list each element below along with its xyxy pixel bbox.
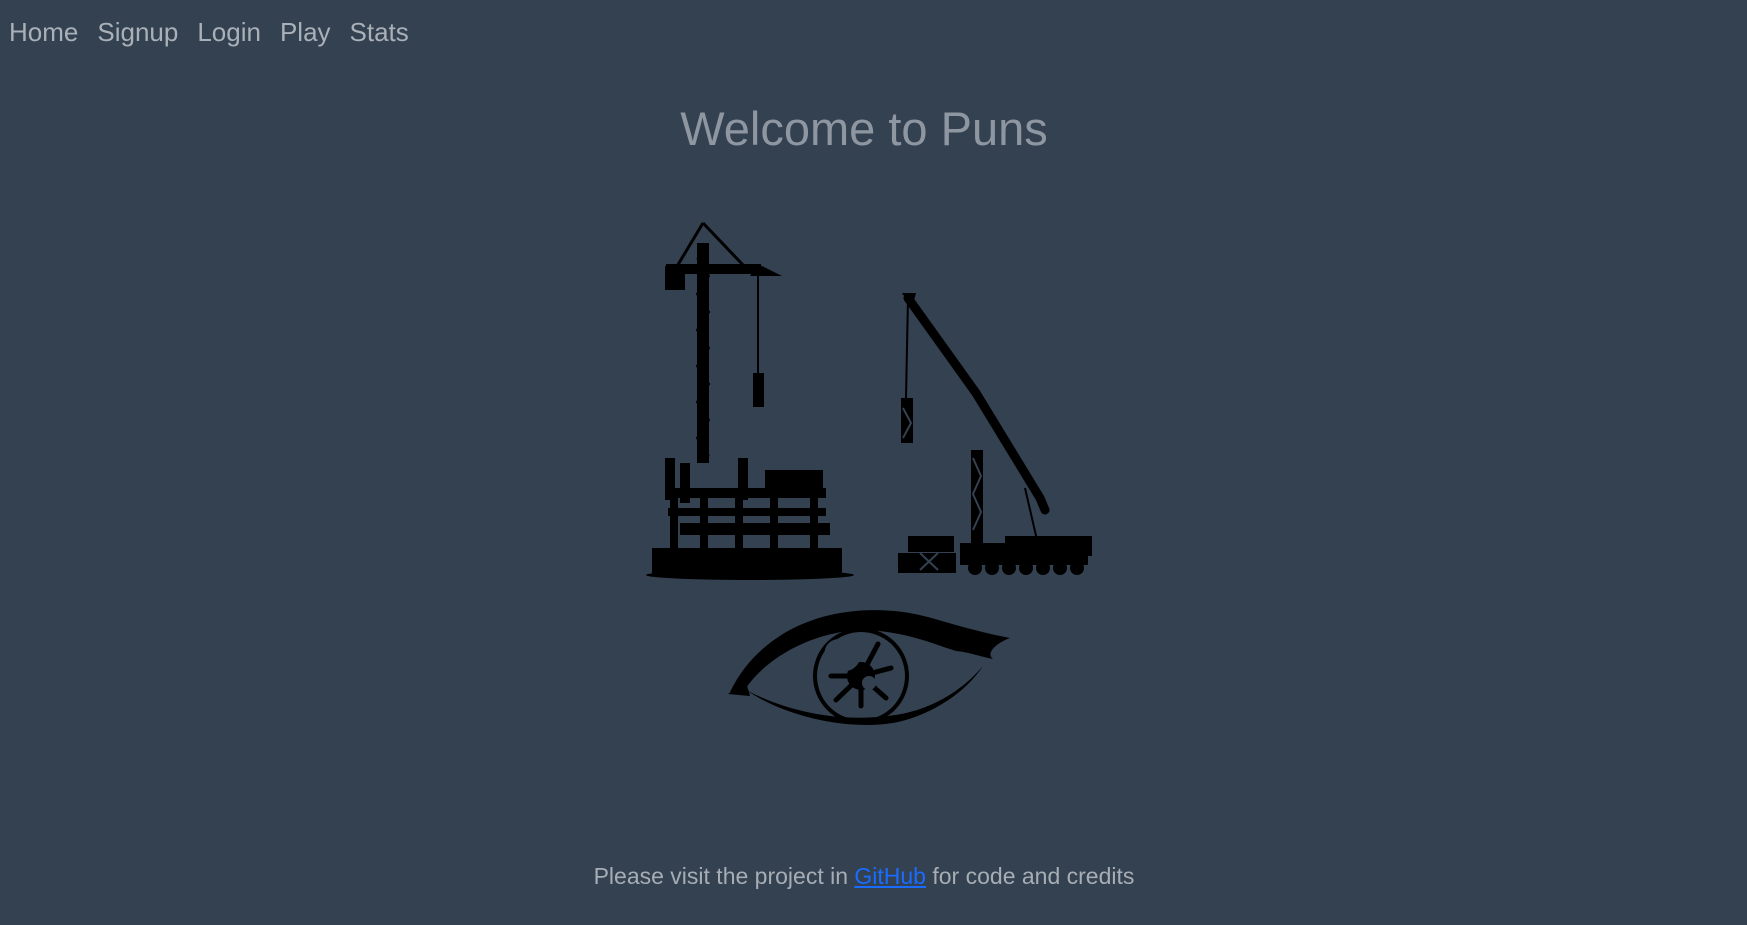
github-link[interactable]: GitHub xyxy=(854,863,926,889)
nav-link-stats[interactable]: Stats xyxy=(350,14,409,50)
nav-link-login[interactable]: Login xyxy=(197,14,261,50)
nav-link-home[interactable]: Home xyxy=(9,14,78,50)
footer-credits: Please visit the project in GitHub for c… xyxy=(0,863,1728,890)
eye-icon xyxy=(728,610,1010,725)
page-title: Welcome to Puns xyxy=(680,102,1048,155)
nav-link-signup[interactable]: Signup xyxy=(97,14,178,50)
construction-cranes-illustration xyxy=(646,221,1092,580)
nav-link-play[interactable]: Play xyxy=(280,14,331,50)
footer-suffix: for code and credits xyxy=(925,863,1135,889)
footer-prefix: Please visit the project in xyxy=(593,863,855,889)
top-navigation: Home Signup Login Play Stats xyxy=(9,14,428,50)
